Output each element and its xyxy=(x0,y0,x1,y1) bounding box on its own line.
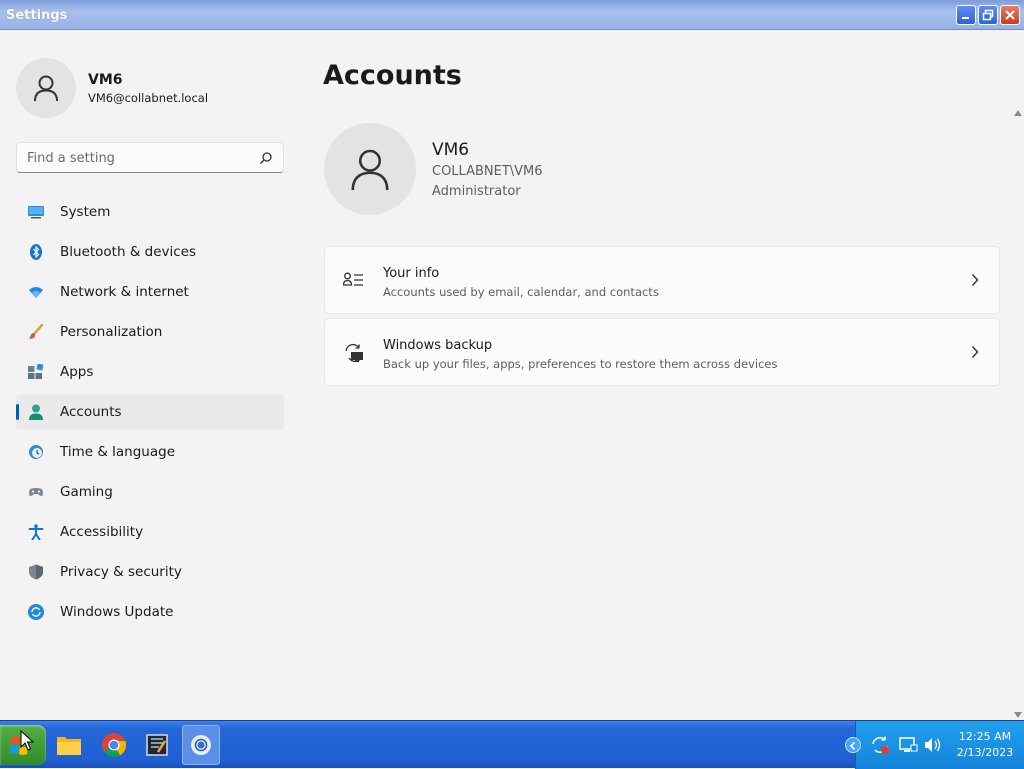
sidebar-item-accounts[interactable]: Accounts xyxy=(16,394,284,430)
contact-card-icon xyxy=(343,272,363,286)
person-icon xyxy=(351,149,389,191)
user-name: VM6 xyxy=(88,72,123,88)
sidebar-item-apps[interactable]: Apps xyxy=(16,354,284,390)
sidebar-item-label: Time & language xyxy=(60,444,176,460)
account-domain: COLLABNET\VM6 xyxy=(432,164,543,179)
bluetooth-icon xyxy=(30,244,42,260)
chrome-icon xyxy=(102,733,127,758)
sidebar-item-time-language[interactable]: Time & language xyxy=(16,434,284,470)
taskbar-chrome[interactable] xyxy=(95,725,133,765)
search-icon[interactable] xyxy=(259,151,273,165)
sidebar-item-system[interactable]: System xyxy=(16,194,284,230)
sidebar-item-label: Network & internet xyxy=(60,284,189,300)
sidebar-item-label: Personalization xyxy=(60,324,163,340)
volume-icon[interactable] xyxy=(922,735,942,755)
close-icon xyxy=(1005,10,1015,20)
sync-alert-icon[interactable] xyxy=(870,735,890,755)
sidebar-item-accessibility[interactable]: Accessibility xyxy=(16,514,284,550)
brush-icon xyxy=(29,324,44,339)
sidebar-item-label: Apps xyxy=(60,364,94,380)
card-subtitle: Accounts used by email, calendar, and co… xyxy=(383,285,659,299)
wifi-icon xyxy=(29,287,43,298)
sidebar-item-label: Accounts xyxy=(60,404,122,420)
search-box[interactable] xyxy=(16,142,284,173)
chevron-left-icon xyxy=(849,741,856,751)
mouse-cursor-icon xyxy=(20,730,34,751)
shield-icon xyxy=(29,564,43,580)
gamepad-icon xyxy=(29,488,43,496)
title-bar: Settings xyxy=(0,0,1024,30)
account-avatar xyxy=(324,123,416,215)
taskbar-notepad[interactable] xyxy=(138,725,176,765)
accessibility-icon xyxy=(28,524,44,540)
minimize-icon xyxy=(962,17,969,19)
scroll-down-arrow-icon[interactable] xyxy=(1014,712,1022,718)
taskbar: 12:25 AM 2/13/2023 xyxy=(0,720,1024,769)
search-input[interactable] xyxy=(27,149,252,167)
close-button[interactable] xyxy=(1000,5,1020,25)
chevron-right-icon xyxy=(971,346,979,358)
notepad-icon xyxy=(146,734,168,756)
card-title: Your info xyxy=(383,266,440,281)
sidebar-item-personalization[interactable]: Personalization xyxy=(16,314,284,350)
update-icon xyxy=(28,604,44,620)
monitor-icon xyxy=(28,206,44,219)
person-icon xyxy=(29,404,43,420)
sidebar-item-bluetooth[interactable]: Bluetooth & devices xyxy=(16,234,284,270)
file-explorer-icon xyxy=(57,737,81,755)
user-email: VM6@collabnet.local xyxy=(88,91,209,105)
clock-time[interactable]: 12:25 AM xyxy=(955,730,1015,743)
taskbar-file-explorer[interactable] xyxy=(50,725,88,765)
apps-icon xyxy=(28,364,44,379)
network-icon[interactable] xyxy=(898,735,918,755)
person-icon xyxy=(34,75,58,102)
page-title: Accounts xyxy=(323,60,462,91)
account-role: Administrator xyxy=(432,184,521,199)
sidebar-item-label: Privacy & security xyxy=(60,564,182,580)
card-title: Windows backup xyxy=(383,338,493,353)
backup-sync-icon xyxy=(345,343,363,363)
account-name: VM6 xyxy=(432,140,470,160)
vertical-scrollbar[interactable] xyxy=(1012,108,1024,720)
sidebar-nav: System Bluetooth & devices Network & int… xyxy=(16,194,284,634)
restore-icon xyxy=(982,9,994,21)
sidebar-item-label: Accessibility xyxy=(60,524,144,540)
your-info-card[interactable]: Your info Accounts used by email, calend… xyxy=(324,246,1000,314)
taskbar-chrome-active[interactable] xyxy=(182,725,220,765)
chevron-right-icon xyxy=(971,274,979,286)
sidebar-item-privacy[interactable]: Privacy & security xyxy=(16,554,284,590)
sidebar-item-label: Bluetooth & devices xyxy=(60,244,197,260)
sidebar-item-gaming[interactable]: Gaming xyxy=(16,474,284,510)
scroll-up-arrow-icon[interactable] xyxy=(1014,110,1022,116)
clock-date[interactable]: 2/13/2023 xyxy=(955,746,1015,759)
card-subtitle: Back up your files, apps, preferences to… xyxy=(383,357,778,371)
minimize-button[interactable] xyxy=(956,5,976,25)
user-avatar[interactable] xyxy=(16,58,76,118)
sidebar-item-label: Windows Update xyxy=(60,604,174,620)
sidebar-item-windows-update[interactable]: Windows Update xyxy=(16,594,284,630)
window-title: Settings xyxy=(6,8,68,23)
sidebar-item-label: System xyxy=(60,204,111,220)
restore-button[interactable] xyxy=(978,5,998,25)
sidebar-item-label: Gaming xyxy=(60,484,113,500)
windows-backup-card[interactable]: Windows backup Back up your files, apps,… xyxy=(324,318,1000,386)
chrome-active-icon xyxy=(191,735,211,755)
clock-globe-icon xyxy=(29,445,43,459)
tray-expand-chevron[interactable] xyxy=(845,737,861,753)
sidebar-item-network[interactable]: Network & internet xyxy=(16,274,284,310)
